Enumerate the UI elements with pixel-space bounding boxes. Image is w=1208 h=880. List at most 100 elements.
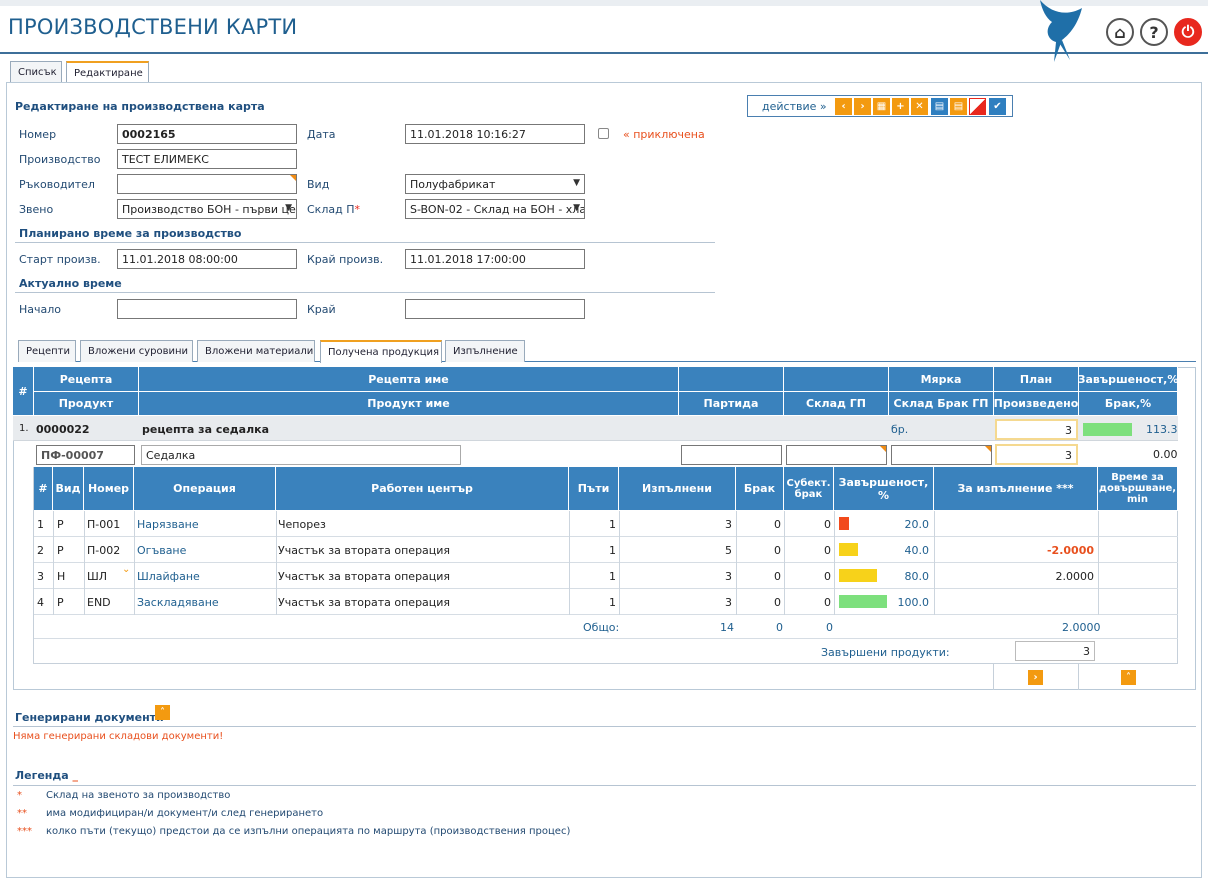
print-alt-icon[interactable]: ▤ — [950, 98, 967, 115]
tab-execution[interactable]: Изпълнение — [445, 340, 525, 362]
collapse-generated-icon[interactable]: ˄ — [155, 705, 170, 720]
divider — [15, 292, 715, 293]
warehouse-scrap-field[interactable] — [891, 445, 992, 465]
legend-title-text: Легенда — [15, 769, 69, 782]
type-select[interactable]: Полуфабрикат — [405, 174, 585, 194]
number-field[interactable]: 0002165 — [117, 124, 297, 144]
measure-unit: бр. — [891, 423, 909, 436]
closed-checkbox[interactable] — [598, 128, 609, 139]
divider — [53, 511, 54, 615]
row-op-number: ШЛ — [87, 570, 108, 583]
unit-label: Звено — [19, 203, 54, 216]
calculator-icon[interactable]: ▦ — [873, 98, 890, 115]
table-row — [34, 537, 1178, 563]
row-operation[interactable]: Нарязване — [137, 518, 199, 531]
product-name-field[interactable]: Седалка — [141, 445, 461, 465]
warehouse-select[interactable]: S-BON-02 - Склад на БОН - хла — [405, 199, 585, 219]
completeness-bar — [839, 543, 858, 556]
generated-message: Няма генерирани складови документи! — [13, 731, 224, 742]
completeness-value: 113.3 — [1146, 423, 1178, 436]
batch-field[interactable] — [681, 445, 782, 465]
warehouse-gp-field[interactable] — [786, 445, 887, 465]
type-select-value: Полуфабрикат — [410, 178, 496, 191]
print-icon[interactable]: ▤ — [931, 98, 948, 115]
start-label: Старт произв. — [19, 253, 101, 266]
end-field[interactable]: 11.01.2018 17:00:00 — [405, 249, 585, 269]
row-number: 4 — [37, 596, 44, 609]
legend-mark: * — [17, 790, 22, 801]
manager-label: Ръководител — [19, 178, 95, 191]
add-icon[interactable]: + — [892, 98, 909, 115]
tab-list[interactable]: Списък — [10, 61, 62, 83]
required-mark: * — [354, 203, 360, 216]
power-icon[interactable]: ⏻ — [1174, 18, 1202, 46]
cancel-doc-icon[interactable] — [969, 98, 986, 115]
row-number: 1 — [37, 518, 44, 531]
product-code-field[interactable]: ПФ-00007 — [36, 445, 135, 465]
app-header: ПРОИЗВОДСТВЕНИ КАРТИ ⌂ ? ⏻ — [0, 0, 1208, 62]
delete-icon[interactable]: ✕ — [911, 98, 928, 115]
row-op-number: П-001 — [87, 518, 121, 531]
unit-select[interactable]: Производство БОН - първи це — [117, 199, 297, 219]
col-product: Продукт — [34, 392, 139, 416]
bird-logo-icon — [1040, 0, 1082, 62]
ops-col-subj-scrap: Субект. брак — [784, 467, 834, 511]
row-completeness: 20.0 — [904, 518, 930, 531]
finished-field[interactable]: 3 — [1015, 641, 1095, 661]
ops-col-workcenter: Работен център — [276, 467, 569, 511]
row-operation[interactable]: Огъване — [137, 544, 186, 557]
finish-field[interactable] — [405, 299, 585, 319]
date-field[interactable]: 11.01.2018 10:16:27 — [405, 124, 585, 144]
row-scrap: 0 — [774, 544, 781, 557]
next-icon[interactable]: › — [854, 98, 871, 115]
total-scrap: 0 — [776, 621, 783, 634]
col-warehouse-scrap: Склад Брак ГП — [889, 392, 994, 416]
legend-mark: ** — [17, 808, 27, 819]
begin-field[interactable] — [117, 299, 297, 319]
tab-materials[interactable]: Вложени материали — [197, 340, 315, 362]
recipe-name: рецепта за седалка — [142, 423, 270, 436]
prev-icon[interactable]: ‹ — [835, 98, 852, 115]
row-operation[interactable]: Заскладяване — [137, 596, 219, 609]
row-subj-scrap: 0 — [824, 570, 831, 583]
col-measure: Мярка — [889, 367, 994, 392]
table-row — [34, 563, 1178, 589]
production-field[interactable]: ТЕСТ ЕЛИМЕКС — [117, 149, 297, 169]
produced-field[interactable]: 3 — [995, 444, 1078, 465]
action-toolbar: действие » ‹ › ▦ + ✕ ▤ ▤ ✔ — [747, 95, 1013, 117]
start-field[interactable]: 11.01.2018 08:00:00 — [117, 249, 297, 269]
row-operation[interactable]: Шлайфане — [137, 570, 200, 583]
total-todo: 2.0000 — [1062, 621, 1101, 634]
action-label[interactable]: действие » — [762, 100, 827, 113]
tab-raw-materials[interactable]: Вложени суровини — [80, 340, 193, 362]
plan-field[interactable]: 3 — [995, 419, 1078, 440]
row-times: 1 — [609, 518, 616, 531]
dropdown-chevron-icon[interactable]: ⌄ — [122, 564, 130, 575]
divider — [134, 511, 135, 615]
ops-col-time-left: Време за довършване, min — [1098, 467, 1178, 511]
completeness-bar — [839, 595, 887, 608]
tab-recipes[interactable]: Рецепти — [18, 340, 76, 362]
manager-field[interactable] — [117, 174, 297, 194]
row-times: 1 — [609, 570, 616, 583]
col-scrap: Брак,% — [1079, 392, 1178, 416]
row-workcenter: Участък за втората операция — [278, 544, 451, 557]
divider — [1078, 664, 1079, 690]
row-kind: Р — [57, 544, 64, 557]
home-icon[interactable]: ⌂ — [1106, 18, 1134, 46]
help-icon[interactable]: ? — [1140, 18, 1168, 46]
row-kind: Р — [57, 518, 64, 531]
row-op-number: END — [87, 596, 111, 609]
total-done: 14 — [720, 621, 734, 634]
col-produced: Произведено — [994, 392, 1079, 416]
row-done: 3 — [725, 570, 732, 583]
tab-received-products[interactable]: Получена продукция — [320, 340, 442, 363]
next-arrow-icon[interactable]: › — [1028, 670, 1043, 685]
ops-col-todo: За изпълнение *** — [934, 467, 1098, 511]
confirm-icon[interactable]: ✔ — [989, 98, 1006, 115]
legend-text: Склад на звеното за производство — [46, 790, 231, 801]
tab-edit[interactable]: Редактиране — [66, 61, 149, 84]
divider — [934, 511, 935, 615]
legend-title: Легенда _ — [15, 769, 79, 782]
collapse-arrow-icon[interactable]: ˄ — [1121, 670, 1136, 685]
